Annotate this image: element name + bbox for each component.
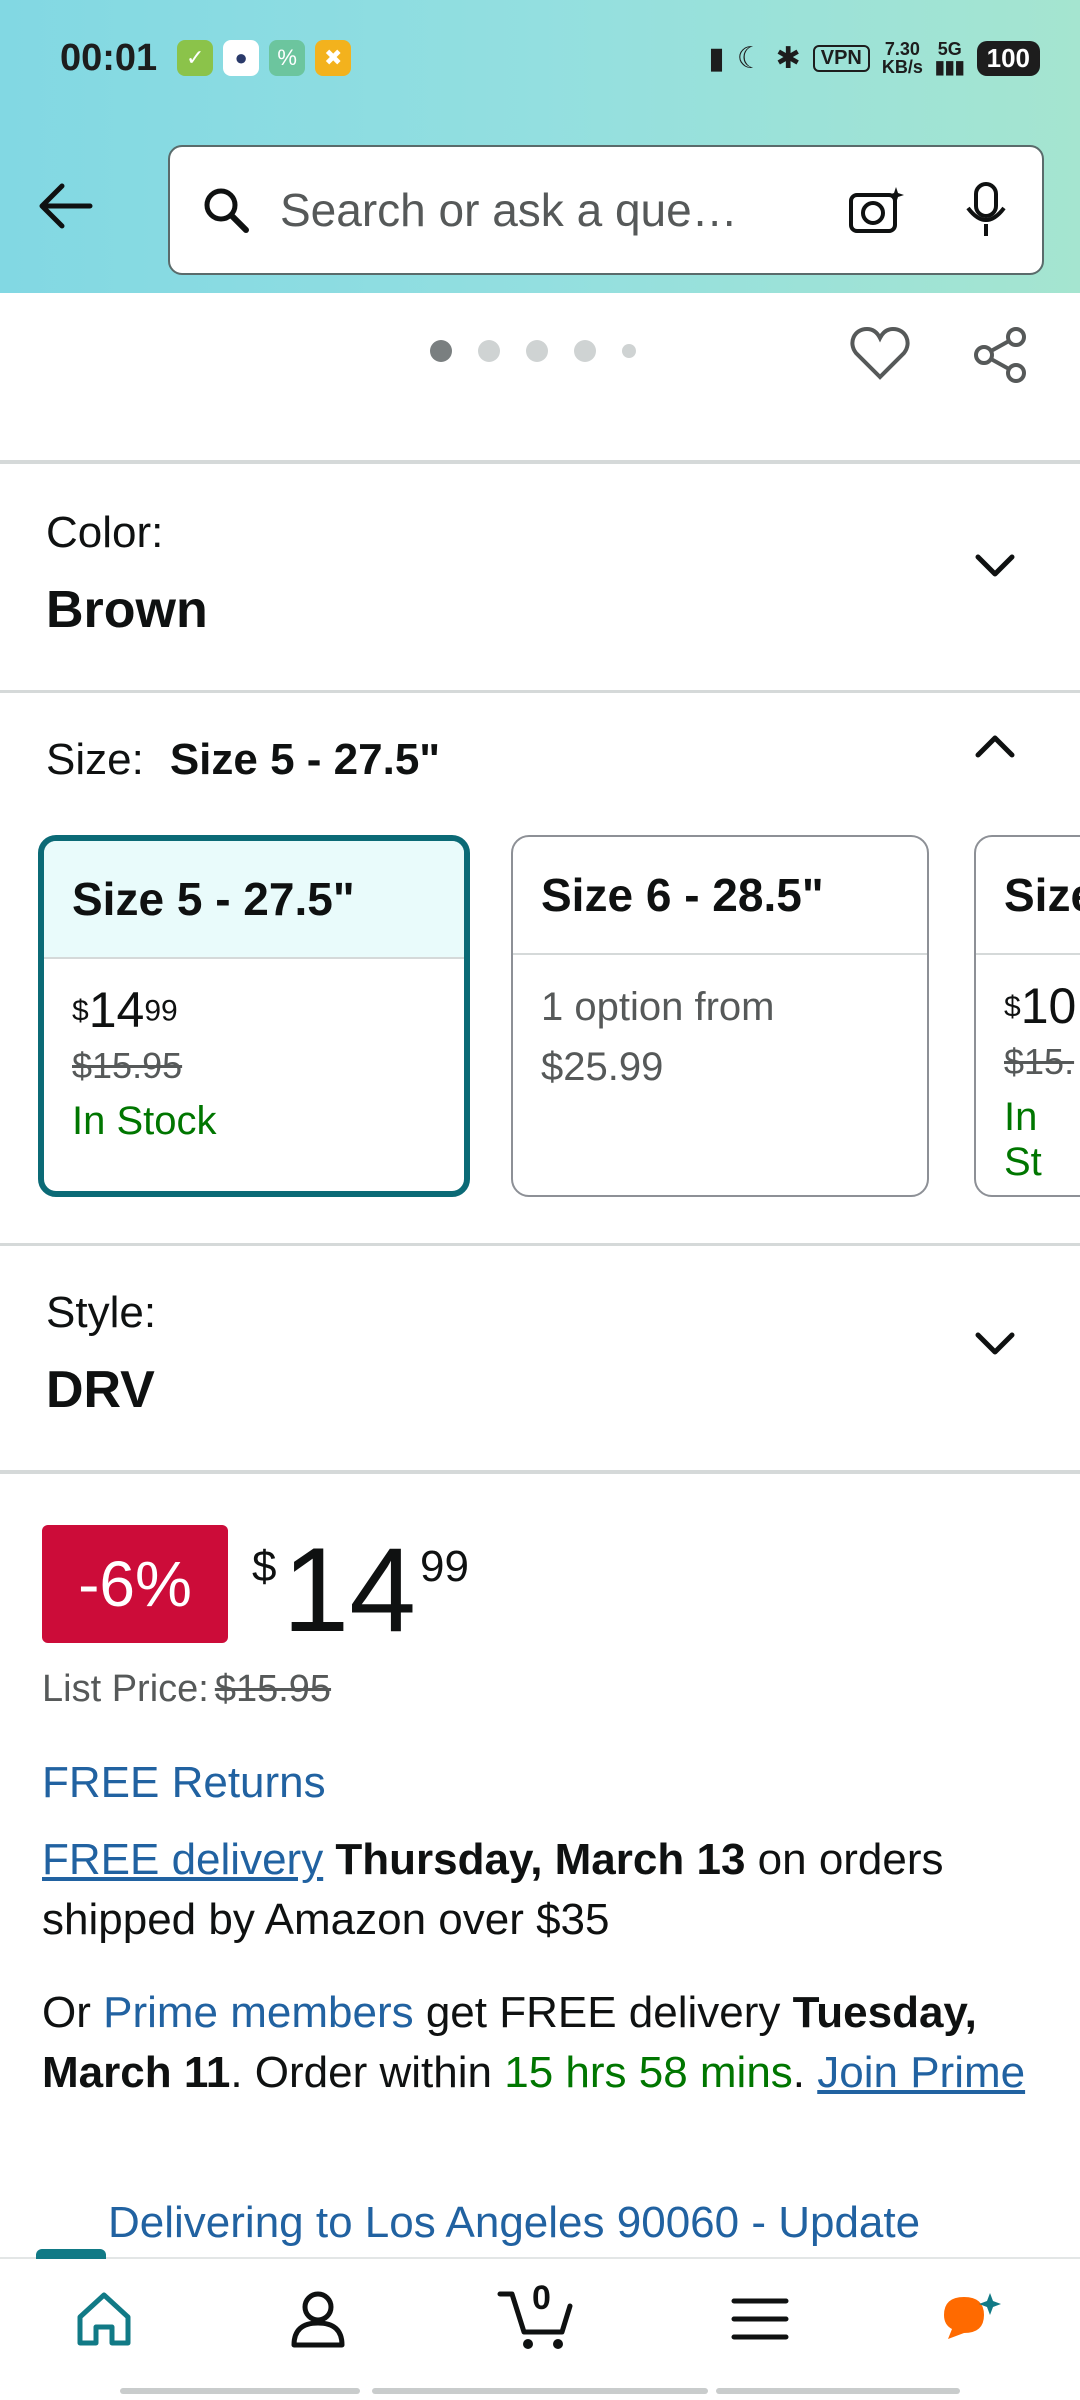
style-value: DRV — [46, 1361, 155, 1419]
search-bar[interactable]: Search or ask a que… — [168, 145, 1044, 275]
network-type: 5G — [937, 39, 962, 59]
vibrate-icon: ▮ — [708, 41, 725, 75]
carousel-dot[interactable] — [526, 340, 548, 362]
divider — [0, 1243, 1080, 1246]
size-option-title: Size 6 - 28.5" — [513, 837, 927, 955]
cat-app-icon: ● — [223, 40, 260, 76]
camera-icon[interactable] — [848, 182, 904, 238]
price-dollars: 14 — [282, 1523, 416, 1657]
signal-icon: 5G ▮▮▮ — [934, 39, 965, 77]
tools-app-icon: ✖ — [315, 40, 352, 76]
back-arrow-icon[interactable] — [36, 176, 96, 236]
size-option-card[interactable]: Size 5 - 27.5" $1499 $15.95 In Stock — [38, 835, 470, 1197]
list-price-label: List Price: — [42, 1668, 209, 1710]
share-icon[interactable] — [970, 325, 1030, 385]
search-input[interactable]: Search or ask a que… — [280, 183, 848, 237]
divider — [0, 690, 1080, 693]
delivery-location-link[interactable]: Delivering to Los Angeles 90060 - Update — [108, 2198, 920, 2248]
discount-badge: -6% — [42, 1525, 228, 1643]
menu-icon[interactable] — [720, 2279, 800, 2359]
price-currency: $ — [252, 1542, 277, 1591]
divider — [0, 460, 1080, 464]
home-icon[interactable] — [64, 2279, 144, 2359]
join-prime-link[interactable]: Join Prime — [817, 2048, 1025, 2097]
heart-icon[interactable] — [850, 325, 910, 385]
prime-dot: . — [792, 2048, 818, 2097]
speed-unit: KB/s — [881, 57, 923, 77]
free-delivery-link[interactable]: FREE delivery — [42, 1835, 323, 1884]
order-countdown: 15 hrs 58 mins — [504, 2048, 793, 2097]
price-dollars: 14 — [88, 982, 145, 1038]
account-icon[interactable] — [278, 2279, 358, 2359]
speed-value: 7.30 — [884, 39, 920, 59]
delivery-date: Thursday, March 13 — [335, 1835, 746, 1884]
chevron-down-icon[interactable] — [970, 1318, 1020, 1368]
gesture-bar — [120, 2388, 360, 2394]
price-cents: 99 — [144, 994, 178, 1028]
carousel-dot[interactable] — [622, 344, 636, 358]
notification-icons: ✓ ● % ✖ — [177, 40, 352, 76]
size-option-price: $10 — [1004, 978, 1077, 1034]
size-label: Size: — [46, 735, 144, 784]
size-option-availability: In Stock — [72, 1099, 217, 1143]
product-price: $ 14 99 — [252, 1520, 469, 1660]
size-header[interactable]: Size: Size 5 - 27.5" — [46, 735, 440, 785]
free-returns-link[interactable]: FREE Returns — [42, 1758, 326, 1808]
prime-members-link[interactable]: Prime members — [103, 1988, 414, 2037]
price-dollars: 10 — [1020, 978, 1077, 1034]
vpn-badge: VPN — [812, 44, 870, 72]
app-notification-icon: ✓ — [177, 40, 214, 76]
size-option-text: 1 option from — [541, 985, 775, 1029]
status-time: 00:01 — [60, 36, 158, 79]
bottom-nav: 0 — [0, 2249, 1080, 2400]
size-option-title: Size — [976, 837, 1080, 955]
size-option-card[interactable]: Size $10 $15. In St — [974, 835, 1080, 1197]
prime-mid-text: get FREE delivery — [413, 1988, 793, 2037]
carousel-dots — [430, 340, 636, 362]
status-right: ▮ ☾ ✱ VPN 7.30 KB/s 5G ▮▮▮ 100 — [708, 40, 1040, 76]
active-tab-indicator — [36, 2249, 106, 2259]
carousel-dot[interactable] — [574, 340, 596, 362]
size-option-list-price: $15. — [1004, 1041, 1075, 1082]
prime-prefix: Or — [42, 1988, 104, 2037]
network-speed: 7.30 KB/s — [882, 40, 923, 76]
battery-indicator: 100 — [976, 40, 1040, 76]
divider — [0, 1470, 1080, 1474]
list-price: List Price: $15.95 — [42, 1668, 331, 1711]
moon-icon: ☾ — [736, 41, 764, 75]
size-option-list-price: $15.95 — [72, 1045, 183, 1086]
delivery-info: FREE delivery Thursday, March 13 on orde… — [42, 1830, 1042, 1950]
list-price-value: $15.95 — [214, 1668, 332, 1710]
chevron-up-icon[interactable] — [970, 722, 1020, 772]
gesture-bar — [372, 2388, 708, 2394]
gesture-bar — [716, 2388, 960, 2394]
bluetooth-icon: ✱ — [775, 41, 801, 75]
mic-icon[interactable] — [958, 182, 1014, 238]
size-selected-value: Size 5 - 27.5" — [169, 735, 441, 784]
cart-count: 0 — [532, 2279, 551, 2317]
chevron-down-icon[interactable] — [970, 540, 1020, 590]
prime-delivery-info: Or Prime members get FREE delivery Tuesd… — [42, 1983, 1042, 2103]
size-option-price: $25.99 — [541, 1045, 664, 1089]
rufus-icon[interactable] — [932, 2279, 1012, 2359]
price-cents: 99 — [419, 1542, 469, 1591]
cart-icon[interactable]: 0 — [496, 2279, 576, 2359]
color-label: Color: — [46, 508, 164, 557]
app-header: 00:01 ✓ ● % ✖ ▮ ☾ ✱ VPN 7.30 KB/s 5G ▮▮▮ … — [0, 0, 1080, 293]
app-notification-icon: % — [269, 40, 306, 76]
color-value: Brown — [46, 581, 208, 639]
size-option-availability: In St — [1004, 1095, 1042, 1184]
size-option-title: Size 5 - 27.5" — [44, 841, 464, 959]
size-option-card[interactable]: Size 6 - 28.5" 1 option from $25.99 — [511, 835, 929, 1197]
status-bar: 00:01 ✓ ● % ✖ ▮ ☾ ✱ VPN 7.30 KB/s 5G ▮▮▮ … — [60, 28, 1040, 88]
carousel-dot[interactable] — [478, 340, 500, 362]
search-icon — [198, 182, 254, 238]
carousel-dot[interactable] — [430, 340, 452, 362]
style-label: Style: — [46, 1288, 157, 1337]
prime-order-text: . Order within — [230, 2048, 505, 2097]
size-option-price: $1499 — [72, 982, 178, 1038]
